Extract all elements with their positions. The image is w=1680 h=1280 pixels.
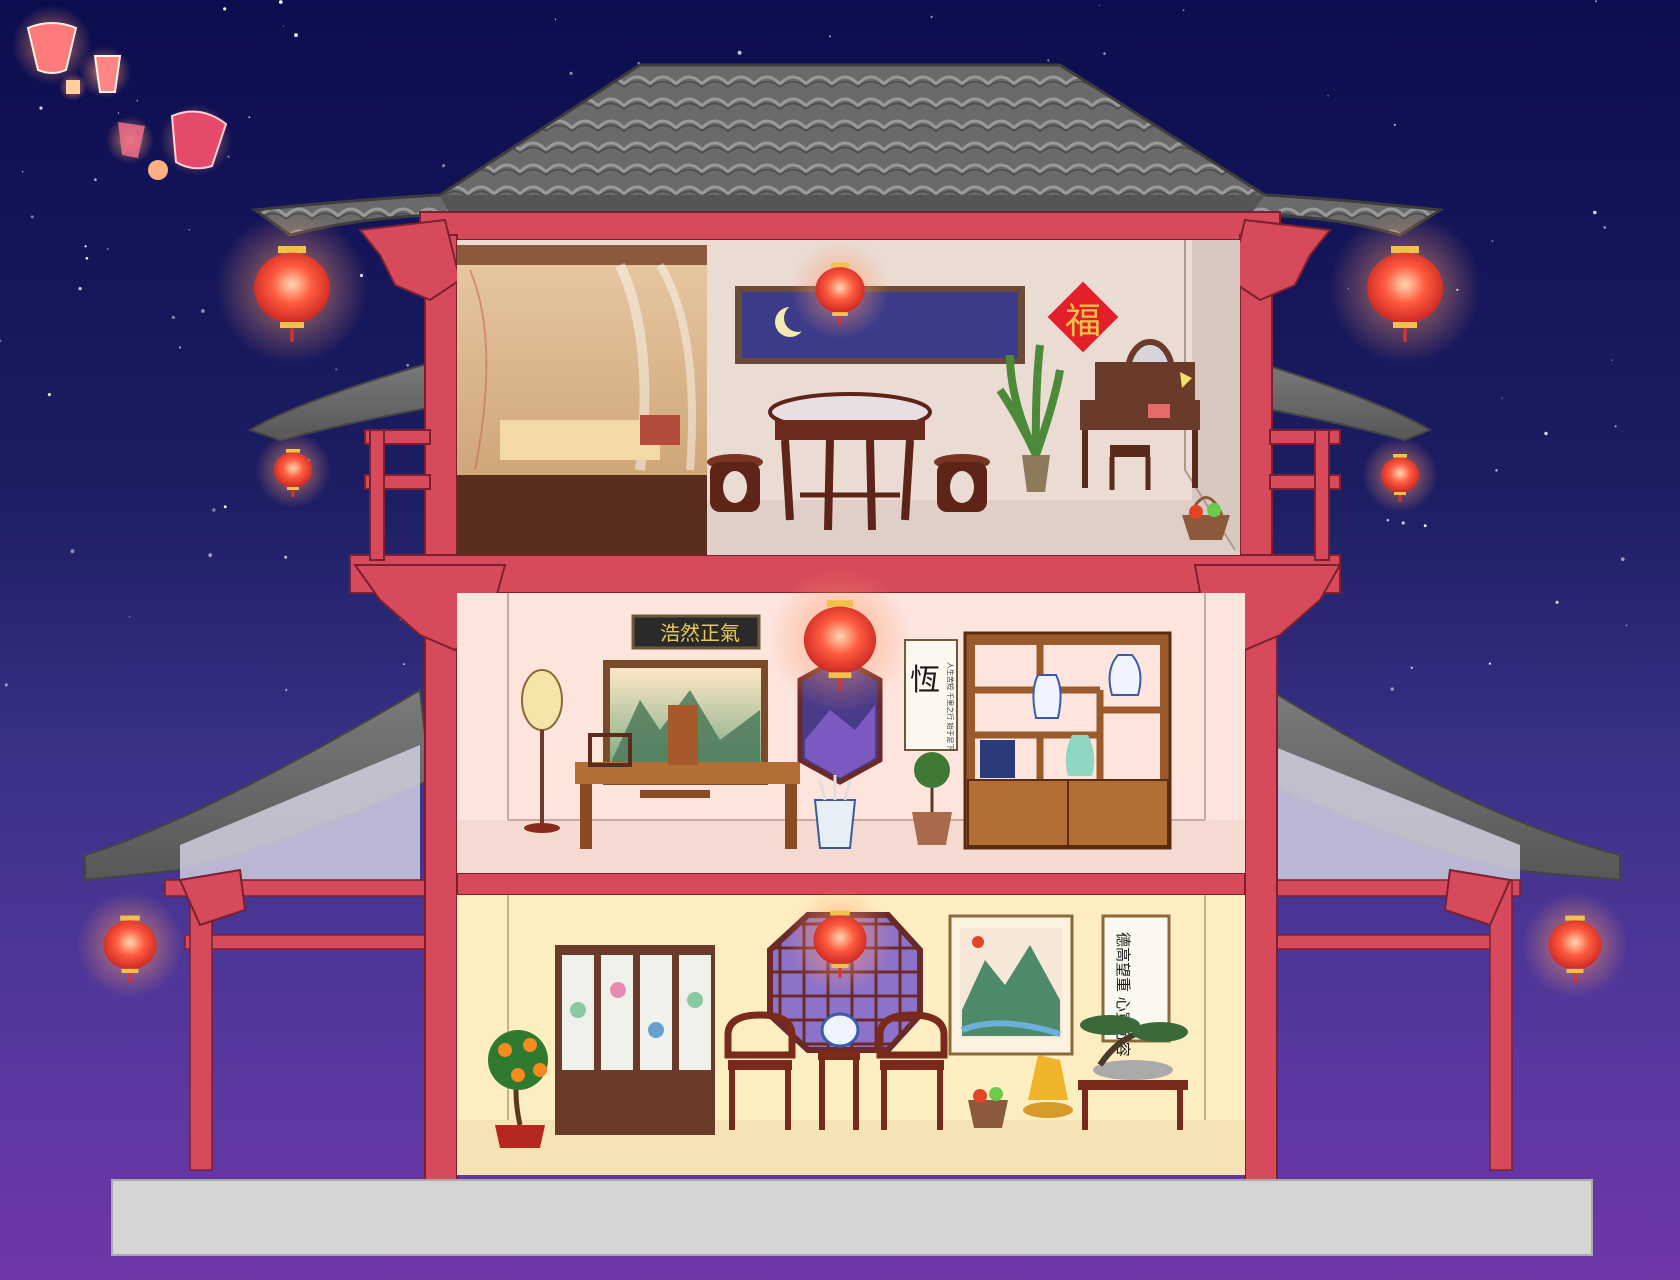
lantern	[1362, 437, 1438, 513]
star	[178, 346, 182, 349]
star	[39, 106, 43, 110]
star	[84, 245, 87, 248]
star	[1593, 210, 1597, 215]
lantern	[790, 240, 890, 340]
star	[1401, 521, 1405, 525]
canopy-bed	[457, 245, 707, 555]
star	[828, 35, 831, 38]
star	[737, 50, 742, 55]
star	[1103, 52, 1106, 55]
star	[1410, 666, 1413, 669]
hanging-scroll: 恆 人生苦短 千里之行 始于足下	[904, 639, 958, 751]
star	[1555, 600, 1559, 604]
plaque-text: 浩然正氣	[660, 621, 740, 645]
star	[1544, 431, 1548, 436]
drum-stool-right	[934, 454, 990, 512]
lantern	[1521, 891, 1629, 999]
star	[106, 248, 109, 250]
drum-stool-left	[707, 454, 763, 512]
lantern	[216, 212, 368, 364]
lantern	[1329, 212, 1481, 364]
star	[442, 164, 446, 168]
star	[1488, 662, 1491, 665]
star	[30, 215, 34, 219]
scroll-main-char: 恆	[910, 663, 940, 698]
star	[1491, 240, 1494, 243]
star	[1386, 518, 1390, 522]
star	[569, 71, 573, 75]
fu-character: 福	[1065, 301, 1101, 342]
star	[554, 18, 557, 20]
lantern	[767, 567, 913, 713]
star	[282, 25, 285, 27]
star	[285, 688, 288, 692]
star	[1603, 226, 1606, 229]
star	[1614, 425, 1617, 428]
star	[403, 663, 405, 665]
star	[171, 315, 176, 320]
star	[223, 505, 227, 509]
calligraphy-plaque: 浩然正氣	[631, 614, 761, 650]
lantern	[255, 432, 331, 508]
star	[1595, 0, 1597, 3]
lantern	[76, 891, 184, 999]
star	[4, 683, 8, 687]
landscape-scroll	[948, 914, 1074, 1056]
star	[94, 178, 97, 181]
star	[1047, 59, 1050, 62]
curio-shelf	[963, 631, 1172, 850]
star	[1390, 687, 1394, 691]
star	[70, 549, 75, 554]
star	[279, 0, 283, 4]
folding-screen	[555, 945, 715, 1135]
brush-pot	[813, 775, 857, 849]
star	[21, 170, 24, 173]
chinese-house-cutaway-scene: 福 浩然正氣 恆 人生苦短 千里之行 始于足下 德高望重 心寬可容	[0, 0, 1680, 1280]
star	[47, 393, 52, 397]
star	[136, 99, 139, 102]
star	[1495, 469, 1498, 472]
star	[85, 257, 89, 260]
star	[1501, 397, 1503, 399]
star	[284, 555, 288, 559]
star	[128, 616, 131, 618]
star	[223, 7, 227, 11]
star	[406, 363, 410, 367]
star	[1182, 9, 1185, 11]
star	[212, 508, 216, 512]
star	[930, 15, 933, 18]
star	[117, 112, 120, 114]
star	[1327, 94, 1329, 97]
star	[1625, 624, 1628, 627]
star	[1423, 524, 1427, 528]
star	[1393, 123, 1396, 126]
scroll-small-text: 人生苦短 千里之行 始于足下	[946, 662, 955, 750]
star	[201, 309, 205, 313]
lantern	[786, 886, 894, 994]
star	[208, 553, 213, 558]
star	[248, 116, 251, 119]
star	[78, 287, 82, 291]
star	[1098, 4, 1100, 6]
star	[294, 33, 298, 37]
stone-base	[111, 1179, 1593, 1256]
star	[188, 229, 190, 231]
star	[1611, 359, 1613, 361]
star	[335, 368, 338, 371]
star	[1620, 557, 1625, 561]
